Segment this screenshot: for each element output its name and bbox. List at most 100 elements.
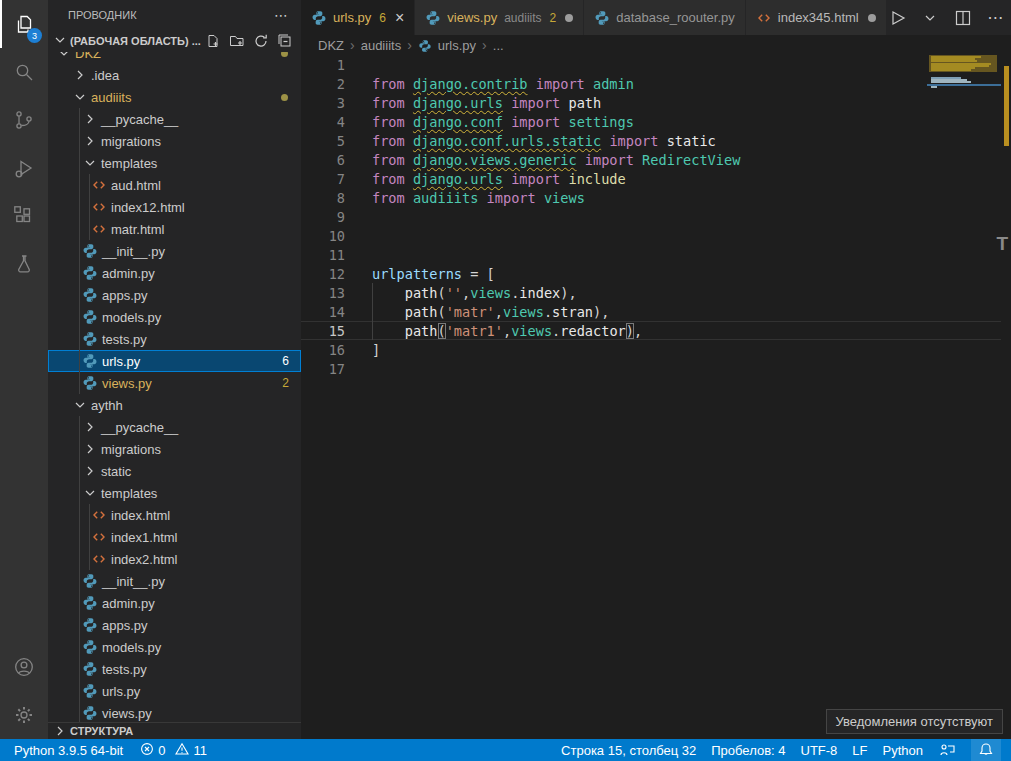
indent-guide	[79, 108, 80, 130]
indent-guide	[79, 702, 80, 722]
tree-item-audiiits[interactable]: audiiits	[48, 86, 301, 108]
chevron-down-icon[interactable]	[920, 8, 940, 28]
tree-item-tests-py[interactable]: tests.py	[48, 328, 301, 350]
python-interpreter[interactable]: Python 3.9.5 64-bit	[14, 743, 123, 758]
tree-item-templates[interactable]: templates	[48, 482, 301, 504]
status-language-mode[interactable]: Python	[883, 743, 923, 758]
indent-guide	[79, 284, 80, 306]
tree-item-index-html[interactable]: index.html	[48, 504, 301, 526]
line-number: 12	[301, 266, 345, 282]
indent-guide	[89, 548, 90, 570]
tree-item-index1-html[interactable]: index1.html	[48, 526, 301, 548]
activity-source-control-icon[interactable]	[0, 96, 48, 144]
activity-account-icon[interactable]	[0, 643, 48, 691]
tree-item-views-py[interactable]: views.py	[48, 702, 301, 722]
modified-dot-icon[interactable]	[868, 14, 876, 22]
tree-item-label: templates	[101, 156, 157, 171]
chevron-down-icon	[52, 32, 68, 50]
tree-item-templates[interactable]: templates	[48, 152, 301, 174]
tab-bar: urls.py6×views.pyaudiiits2database_roout…	[301, 0, 1011, 35]
activity-extensions-icon[interactable]	[0, 192, 48, 240]
python-file-icon	[82, 705, 98, 721]
more-actions-icon[interactable]: ⋯	[986, 8, 1006, 28]
indent-guide	[79, 680, 80, 702]
status-encoding[interactable]: UTF-8	[801, 743, 838, 758]
breadcrumb[interactable]: DKZ›audiiits›urls.py›...	[301, 35, 1011, 55]
feedback-icon[interactable]	[938, 741, 956, 759]
tree-item-label: views.py	[102, 376, 152, 391]
overview-ruler[interactable]	[1001, 35, 1011, 739]
activity-search-icon[interactable]	[0, 48, 48, 96]
tree-item-label: aud.html	[111, 178, 161, 193]
breadcrumb-item[interactable]: audiiits	[361, 38, 401, 53]
more-actions-icon[interactable]: ⋯	[274, 7, 289, 23]
minimap[interactable]	[929, 35, 1001, 739]
tree-item--init-py[interactable]: __init__.py	[48, 570, 301, 592]
tree-item-admin-py[interactable]: admin.py	[48, 592, 301, 614]
activity-settings-icon[interactable]	[0, 691, 48, 739]
tab-urls-py[interactable]: urls.py6×	[301, 0, 414, 35]
refresh-icon[interactable]	[253, 33, 269, 49]
tree-item-label: models.py	[102, 310, 161, 325]
run-icon[interactable]	[887, 8, 907, 28]
tree-item-models-py[interactable]: models.py	[48, 636, 301, 658]
code-editor[interactable]: 12from django.contrib import admin3from …	[301, 55, 1001, 739]
line-number: 14	[301, 304, 345, 320]
collapse-all-icon[interactable]	[277, 33, 293, 49]
activity-run-debug-icon[interactable]	[0, 144, 48, 192]
tree-item-migrations[interactable]: migrations	[48, 130, 301, 152]
tree-item-label: __pycache__	[101, 112, 178, 127]
tab-index345-html[interactable]: index345.html	[746, 0, 886, 35]
split-editor-icon[interactable]	[953, 8, 973, 28]
breadcrumb-item[interactable]: ...	[493, 38, 504, 53]
line-number: 17	[301, 361, 345, 377]
breadcrumb-item[interactable]: DKZ	[318, 38, 344, 53]
new-file-icon[interactable]	[205, 33, 221, 49]
tree-item-tests-py[interactable]: tests.py	[48, 658, 301, 680]
tree-item-label: static	[101, 464, 131, 479]
structure-section-header[interactable]: СТРУКТУРА	[48, 722, 301, 739]
structure-section-label: СТРУКТУРА	[70, 725, 133, 737]
activity-explorer-icon[interactable]: 3	[0, 0, 48, 48]
tree-item-apps-py[interactable]: apps.py	[48, 614, 301, 636]
problems-badge: 6	[282, 354, 289, 368]
code-line-17: 17	[301, 359, 1001, 378]
tree-item-admin-py[interactable]: admin.py	[48, 262, 301, 284]
tree-item--idea[interactable]: .idea	[48, 64, 301, 86]
notification-tooltip: Уведомления отсутствуют	[826, 709, 1003, 734]
code-line-3: 3from django.urls import path	[301, 93, 1001, 112]
tree-item-static[interactable]: static	[48, 460, 301, 482]
breadcrumb-item[interactable]: urls.py	[438, 38, 476, 53]
tree-item-index2-html[interactable]: index2.html	[48, 548, 301, 570]
status-indentation[interactable]: Пробелов: 4	[711, 743, 785, 758]
modified-dot-icon[interactable]	[565, 14, 573, 22]
tree-item-models-py[interactable]: models.py	[48, 306, 301, 328]
indent-guide	[89, 174, 90, 196]
tree-item-matr-html[interactable]: matr.html	[48, 218, 301, 240]
tree-item-migrations[interactable]: migrations	[48, 438, 301, 460]
status-eol[interactable]: LF	[852, 743, 867, 758]
workspace-section-header[interactable]: (РАБОЧАЯ ОБЛАСТЬ) ...	[48, 30, 301, 52]
tree-item-aythh[interactable]: aythh	[48, 394, 301, 416]
status-cursor-position[interactable]: Строка 15, столбец 32	[561, 743, 696, 758]
close-icon[interactable]: ×	[395, 10, 404, 26]
tree-item-apps-py[interactable]: apps.py	[48, 284, 301, 306]
activity-testing-icon[interactable]	[0, 240, 48, 288]
tree-item-label: urls.py	[102, 684, 140, 699]
tree-item-aud-html[interactable]: aud.html	[48, 174, 301, 196]
tab-database-roouter-py[interactable]: database_roouter.py	[584, 0, 745, 35]
tree-item--pycache-[interactable]: __pycache__	[48, 416, 301, 438]
tree-item-views-py[interactable]: views.py2	[48, 372, 301, 394]
tree-item-label: audiiits	[91, 90, 131, 105]
tree-item-urls-py[interactable]: urls.py6	[48, 350, 301, 372]
tree-item-urls-py[interactable]: urls.py	[48, 680, 301, 702]
tab-views-py[interactable]: views.pyaudiiits2	[415, 0, 583, 35]
tree-item-index12-html[interactable]: index12.html	[48, 196, 301, 218]
problems-indicator[interactable]: 0 11	[140, 742, 207, 759]
tree-item--pycache-[interactable]: __pycache__	[48, 108, 301, 130]
tree-item--init-py[interactable]: __init__.py	[48, 240, 301, 262]
tree-item-label: index1.html	[111, 530, 177, 545]
new-folder-icon[interactable]	[229, 33, 245, 49]
tab-label: index345.html	[778, 10, 859, 25]
notifications-bell-icon[interactable]	[971, 739, 1001, 761]
